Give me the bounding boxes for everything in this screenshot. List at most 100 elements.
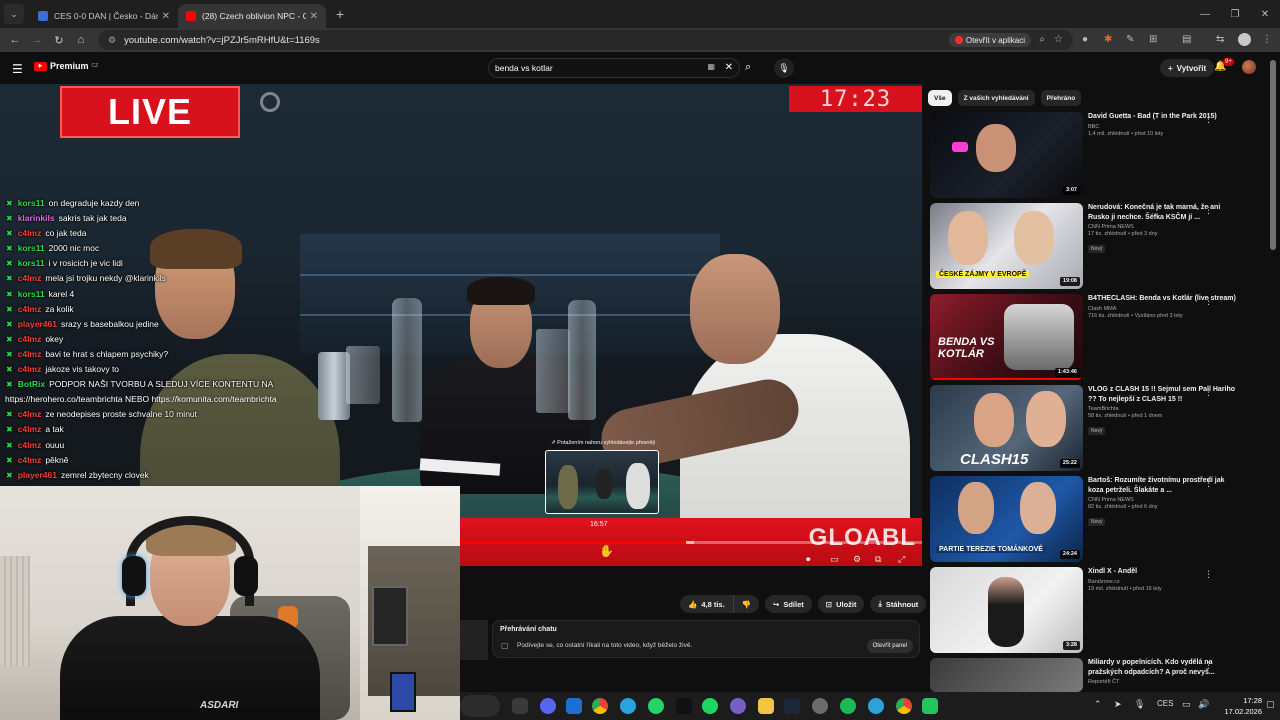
- progress-bar[interactable]: [460, 541, 922, 544]
- video-thumbnail[interactable]: ČESKÉ ZÁJMY V EVROPĚ 19:08: [930, 203, 1083, 289]
- task-view-icon[interactable]: [512, 698, 528, 714]
- video-thumbnail[interactable]: 3:07: [930, 112, 1083, 198]
- video-thumbnail[interactable]: CLASH15 25:22: [930, 385, 1083, 471]
- browser-tab-active[interactable]: (28) Czech oblivion NPC - Clar ✕: [178, 4, 326, 28]
- more-options-icon[interactable]: ⋮: [1204, 114, 1213, 125]
- microphone-icon[interactable]: 🎙: [774, 58, 794, 78]
- page-scrollbar[interactable]: [1270, 60, 1276, 250]
- miniplayer-icon[interactable]: ⧉: [875, 554, 881, 565]
- video-thumbnail[interactable]: 3:28: [930, 567, 1083, 653]
- more-options-icon[interactable]: ⋮: [1204, 205, 1213, 216]
- recommended-video[interactable]: 3:28 Xindl X - Anděl Bandzone.cz 19 mil.…: [930, 567, 1270, 653]
- recommended-video[interactable]: 3:07 David Guetta - Bad (T in the Park 2…: [930, 112, 1270, 198]
- more-options-icon[interactable]: ⋮: [1204, 569, 1213, 580]
- recommended-video[interactable]: ČESKÉ ZÁJMY V EVROPĚ 19:08 Nerudová: Kon…: [930, 203, 1270, 289]
- channel-name[interactable]: BBC: [1088, 124, 1238, 130]
- account-avatar[interactable]: [1242, 60, 1256, 74]
- recommended-video[interactable]: BENDA VS KOTLÁR 1:43:46 B4THECLASH: Bend…: [930, 294, 1270, 380]
- edge-icon[interactable]: [868, 698, 884, 714]
- language-indicator[interactable]: CES: [1157, 699, 1173, 708]
- extension-icon[interactable]: ✎: [1126, 34, 1134, 45]
- channel-name[interactable]: CNN Prima NEWS: [1088, 497, 1238, 503]
- whatsapp-icon[interactable]: [648, 698, 664, 714]
- taskbar-clock[interactable]: 17:28 17.02.2026: [1212, 695, 1262, 717]
- more-options-icon[interactable]: ⋮: [1204, 387, 1213, 398]
- chip-all[interactable]: Vše: [928, 90, 952, 106]
- forward-icon[interactable]: →: [26, 34, 48, 46]
- maximize-icon[interactable]: ❐: [1220, 0, 1250, 28]
- more-options-icon[interactable]: ⋮: [1204, 660, 1213, 671]
- video-thumbnail[interactable]: PARTIE TEREZIE TOMÁNKOVÉ 24:24: [930, 476, 1083, 562]
- search-input[interactable]: benda vs kotlar ▦ ✕: [488, 58, 740, 78]
- autoplay-toggle-icon[interactable]: ⏺: [806, 554, 811, 565]
- url-field[interactable]: ⚙ youtube.com/watch?v=jPZJr5mRHfU&t=1169…: [98, 30, 1073, 50]
- discord-icon[interactable]: [540, 698, 556, 714]
- taskbar-search[interactable]: [460, 695, 500, 717]
- subtitles-icon[interactable]: ▭: [830, 554, 839, 565]
- channel-name[interactable]: TeamBrichta: [1088, 406, 1238, 412]
- video-title[interactable]: Miliardy v popelnicích. Kdo vydělá na pr…: [1088, 658, 1238, 677]
- create-button[interactable]: + Vytvořit: [1160, 59, 1215, 77]
- fullscreen-icon[interactable]: ⤢: [898, 554, 905, 565]
- open-panel-button[interactable]: Otevřít panel: [866, 639, 913, 653]
- dislike-button[interactable]: 👎: [733, 595, 760, 613]
- video-title[interactable]: Nerudová: Konečná je tak marná, že ani R…: [1088, 203, 1238, 222]
- zoom-icon[interactable]: ⌕: [1039, 34, 1045, 45]
- browser-tab[interactable]: CES 0-0 DAN | Česko - Dánsko ✕: [30, 4, 178, 28]
- extension-icon[interactable]: ✱: [1104, 34, 1112, 45]
- folder-icon[interactable]: [758, 698, 774, 714]
- share-button[interactable]: ↪ Sdílet: [765, 595, 812, 613]
- open-in-app-button[interactable]: Otevřít v aplikaci: [948, 33, 1031, 47]
- video-title[interactable]: David Guetta - Bad (T in the Park 2015): [1088, 112, 1238, 122]
- keyboard-icon[interactable]: ▦: [707, 62, 715, 71]
- chrome-icon[interactable]: [592, 698, 608, 714]
- tab-search-button[interactable]: ⌄: [4, 4, 24, 24]
- recommended-video[interactable]: CLASH15 25:22 VLOG z CLASH 15 !! Sejmul …: [930, 385, 1270, 471]
- extensions-puzzle-icon[interactable]: ⊞: [1149, 34, 1157, 45]
- close-tab-icon[interactable]: ✕: [310, 11, 318, 22]
- save-button[interactable]: ⊡ Uložit: [817, 595, 865, 613]
- chrome-icon[interactable]: [896, 698, 912, 714]
- site-info-icon[interactable]: ⚙: [108, 35, 116, 46]
- steam-icon[interactable]: [784, 698, 800, 714]
- tray-mic-icon[interactable]: 🎙: [1134, 699, 1145, 710]
- channel-name[interactable]: Reportéři ČT: [1088, 679, 1238, 685]
- youtube-logo[interactable]: ▶ Premium CZ: [34, 61, 98, 71]
- bookmark-star-icon[interactable]: ☆: [1054, 34, 1063, 45]
- clear-search-icon[interactable]: ✕: [725, 62, 733, 73]
- app-icon[interactable]: [922, 698, 938, 714]
- notifications-icon[interactable]: ▢: [1266, 699, 1275, 710]
- video-title[interactable]: B4THECLASH: Benda vs Kotlár (live stream…: [1088, 294, 1238, 304]
- extension-icon[interactable]: ●: [1082, 34, 1088, 45]
- volume-icon[interactable]: 🔊: [1198, 699, 1209, 710]
- channel-name[interactable]: Bandzone.cz: [1088, 579, 1238, 585]
- back-icon[interactable]: ←: [4, 34, 26, 46]
- recommended-video[interactable]: PARTIE TEREZIE TOMÁNKOVÉ 24:24 Bartoš: R…: [930, 476, 1270, 562]
- app-icon[interactable]: [702, 698, 718, 714]
- more-options-icon[interactable]: ⋮: [1204, 296, 1213, 307]
- new-tab-icon[interactable]: +: [336, 6, 344, 22]
- video-title[interactable]: Xindl X - Anděl: [1088, 567, 1238, 577]
- network-icon[interactable]: ▭: [1182, 699, 1191, 710]
- close-tab-icon[interactable]: ✕: [162, 11, 170, 22]
- app-icon[interactable]: [730, 698, 746, 714]
- recommended-video[interactable]: Miliardy v popelnicích. Kdo vydělá na pr…: [930, 658, 1270, 692]
- settings-icon[interactable]: [812, 698, 828, 714]
- tab-groups-icon[interactable]: ⇆: [1216, 34, 1224, 45]
- x-icon[interactable]: [676, 698, 692, 714]
- like-button[interactable]: 👍 4,8 tis.: [680, 595, 734, 613]
- profile-icon[interactable]: [1238, 33, 1251, 46]
- browser-menu-icon[interactable]: ⋮: [1262, 34, 1272, 45]
- download-button[interactable]: ⤓ Stáhnout: [870, 595, 927, 613]
- tray-send-icon[interactable]: ➤: [1114, 699, 1122, 710]
- video-thumbnail[interactable]: BENDA VS KOTLÁR 1:43:46: [930, 294, 1083, 380]
- home-icon[interactable]: ⌂: [70, 34, 92, 46]
- channel-name[interactable]: CNN Prima NEWS: [1088, 224, 1238, 230]
- reload-icon[interactable]: ↻: [48, 34, 70, 47]
- video-thumbnail[interactable]: [930, 658, 1083, 692]
- app-icon[interactable]: [566, 698, 582, 714]
- more-options-icon[interactable]: ⋮: [1204, 478, 1213, 489]
- minimize-icon[interactable]: —: [1190, 0, 1220, 28]
- telegram-icon[interactable]: [620, 698, 636, 714]
- chip-from-searches[interactable]: Z vašich vyhledávání: [957, 90, 1035, 106]
